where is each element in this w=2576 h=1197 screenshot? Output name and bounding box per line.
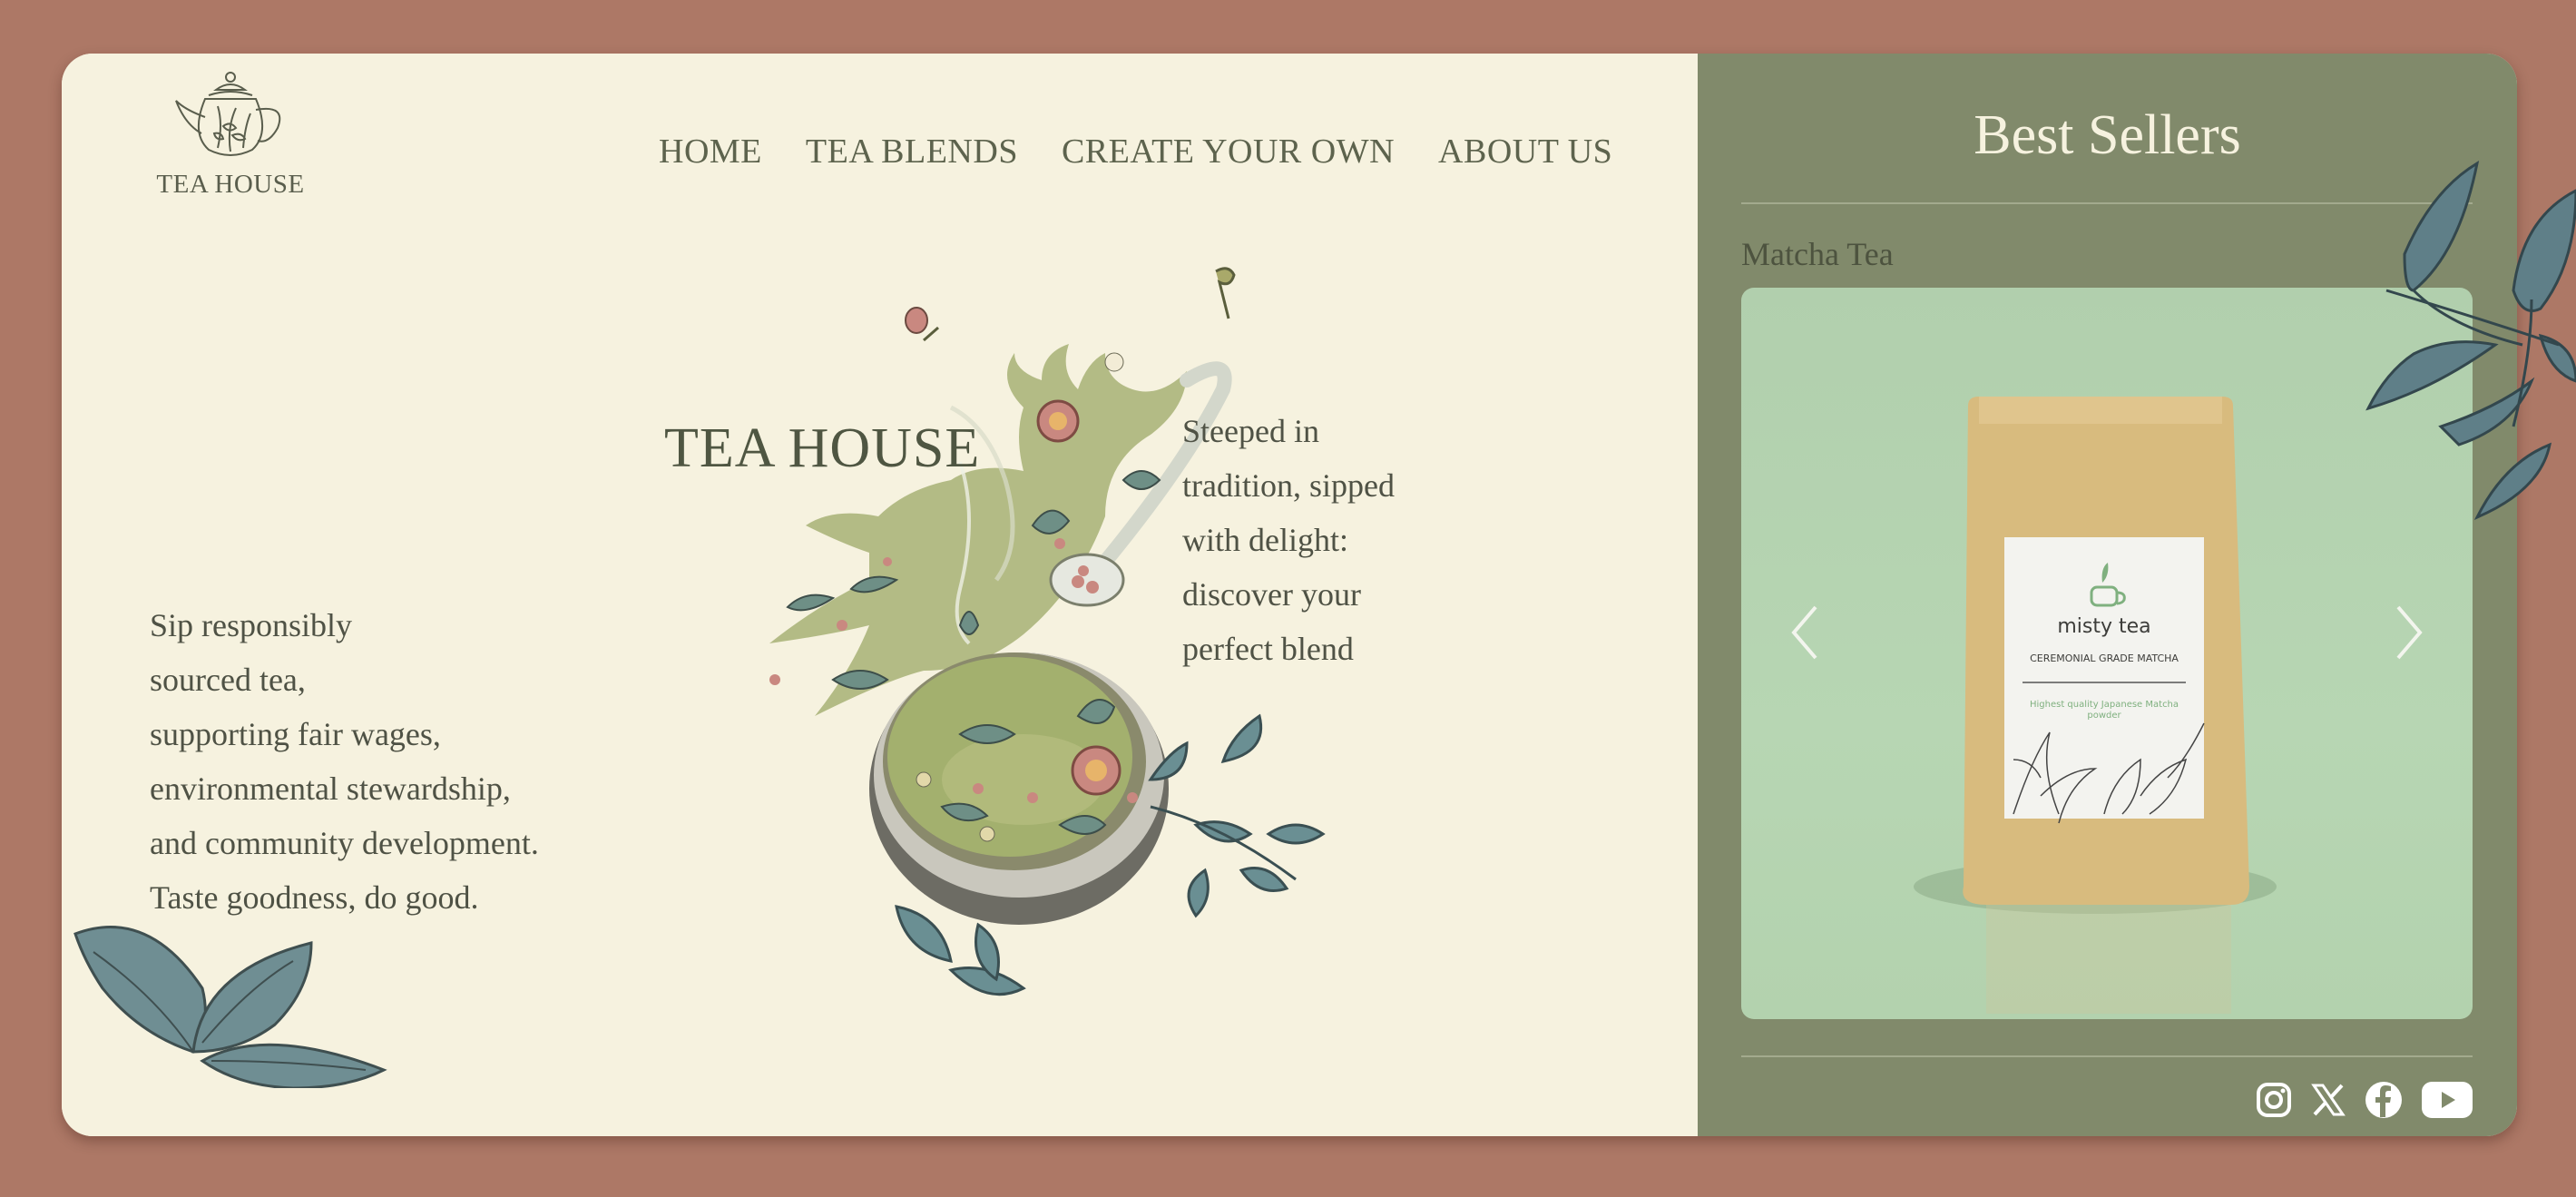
tagline-line: with delight: <box>1182 522 1348 558</box>
mission-line: sourced tea, <box>150 662 306 698</box>
tagline-line: tradition, sipped <box>1182 467 1395 504</box>
hero-title: TEA HOUSE <box>664 417 981 479</box>
product-name[interactable]: Matcha Tea <box>1741 235 1894 273</box>
main-card: TEA HOUSE HOME TEA BLENDS CREATE YOUR OW… <box>62 54 2517 1136</box>
mission-line: Sip responsibly <box>150 607 353 643</box>
mission-line: supporting fair wages, <box>150 716 441 752</box>
branch-decoration-icon <box>2365 160 2576 520</box>
x-icon[interactable] <box>2310 1082 2346 1122</box>
carousel-next-button[interactable] <box>2382 596 2436 669</box>
logo-text: TEA HOUSE <box>156 170 305 199</box>
floating-herbs-icon <box>905 267 1236 342</box>
chevron-left-icon <box>1791 605 1817 660</box>
nav-tea-blends[interactable]: TEA BLENDS <box>806 132 1018 172</box>
instagram-icon[interactable] <box>2256 1082 2292 1122</box>
tagline: Steeped in tradition, sipped with deligh… <box>1182 404 1473 676</box>
mission-line: environmental stewardship, <box>150 770 511 807</box>
mission-statement: Sip responsibly sourced tea, supporting … <box>150 598 658 925</box>
tagline-line: Steeped in <box>1182 413 1319 449</box>
tagline-line: discover your <box>1182 576 1361 613</box>
divider <box>1741 1055 2473 1057</box>
package-line-2: Highest quality Japanese Matcha <box>2030 700 2179 710</box>
social-links <box>2256 1081 2473 1123</box>
nav-home[interactable]: HOME <box>659 132 762 172</box>
package-line-1: CEREMONIAL GRADE MATCHA <box>2030 652 2179 664</box>
chevron-right-icon <box>2396 605 2423 660</box>
leaf-decoration-icon <box>73 926 387 1088</box>
tagline-line: perfect blend <box>1182 631 1354 667</box>
package-line-3: powder <box>2087 711 2121 721</box>
teapot-logo-icon <box>175 72 281 156</box>
nav-create-your-own[interactable]: CREATE YOUR OWN <box>1062 132 1395 172</box>
logo[interactable]: TEA HOUSE <box>149 70 312 206</box>
package-brand: misty tea <box>2057 615 2150 638</box>
youtube-icon[interactable] <box>2421 1081 2473 1123</box>
nav-about-us[interactable]: ABOUT US <box>1438 132 1612 172</box>
hero-section: TEA HOUSE HOME TEA BLENDS CREATE YOUR OW… <box>62 54 1698 1136</box>
carousel-prev-button[interactable] <box>1778 596 1832 669</box>
main-nav: HOME TEA BLENDS CREATE YOUR OWN ABOUT US <box>659 132 1612 172</box>
mission-line: and community development. <box>150 825 539 861</box>
facebook-icon[interactable] <box>2365 1081 2403 1123</box>
